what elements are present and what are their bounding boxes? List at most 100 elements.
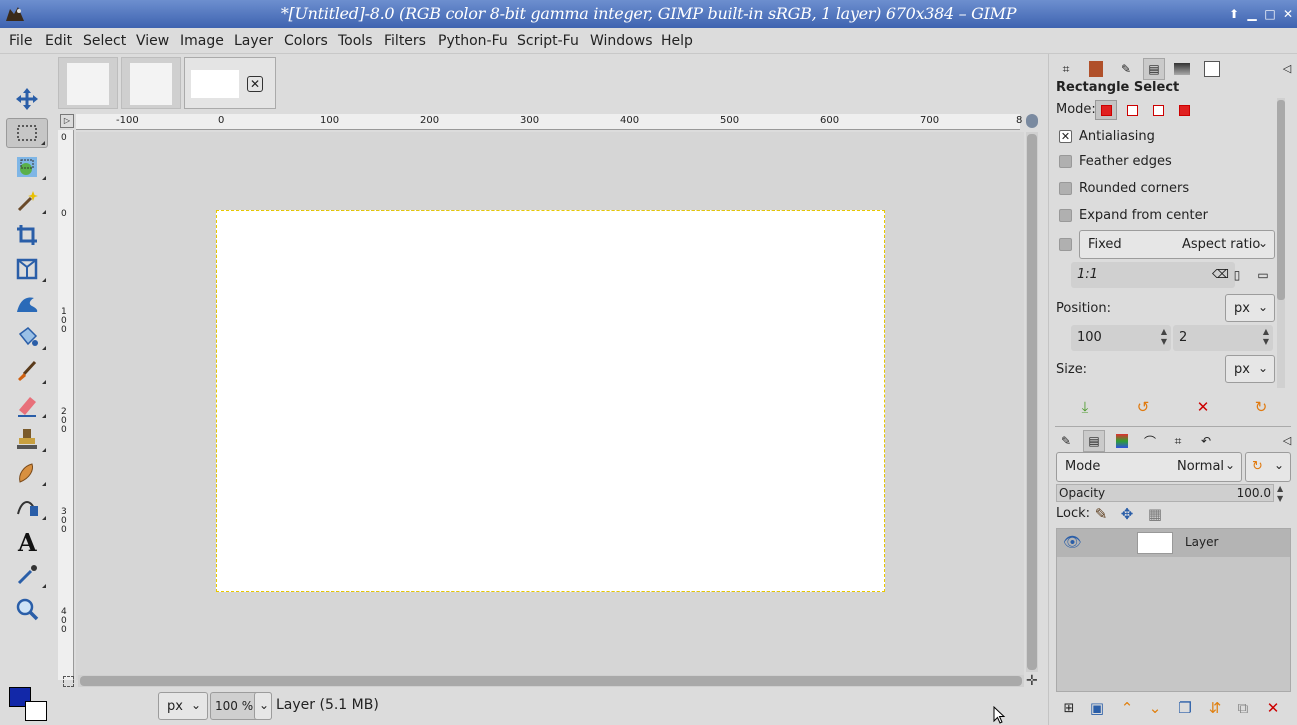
image-tab-current[interactable]: ✕ xyxy=(184,57,276,109)
fuzzy-select-tool-icon[interactable] xyxy=(6,186,48,216)
menu-select[interactable]: Select xyxy=(83,33,126,49)
menu-layer[interactable]: Layer xyxy=(234,33,273,49)
layer-row[interactable]: 👁 Layer xyxy=(1057,529,1290,557)
expand-from-center-checkbox[interactable] xyxy=(1059,209,1072,222)
raise-layer-icon[interactable]: ⌃ xyxy=(1117,698,1137,718)
foreground-select-tool-icon[interactable] xyxy=(6,152,48,182)
paths-tool-icon[interactable] xyxy=(6,492,48,522)
position-y-field[interactable]: 2 ▲ ▼ xyxy=(1173,325,1273,351)
smudge-tool-icon[interactable] xyxy=(6,458,48,488)
eraser-tool-icon[interactable] xyxy=(6,390,48,420)
horizontal-scrollbar[interactable] xyxy=(78,675,1024,687)
opacity-spin-icon[interactable]: ▲ ▼ xyxy=(1277,484,1293,504)
position-unit-select[interactable]: px ⌄ xyxy=(1225,294,1275,322)
crop-tool-icon[interactable] xyxy=(6,220,48,250)
save-options-icon[interactable]: ⤓ xyxy=(1075,397,1095,417)
layer-mode-reset-select[interactable]: ↻ ⌄ xyxy=(1245,452,1291,482)
warp-transform-tool-icon[interactable] xyxy=(6,288,48,318)
menu-windows[interactable]: Windows xyxy=(590,33,653,49)
dashboard-tab-icon[interactable]: ✎ xyxy=(1055,430,1077,452)
undo-history-tab-icon[interactable]: ↶ xyxy=(1195,430,1217,452)
lock-position-icon[interactable]: ✥ xyxy=(1117,504,1137,524)
menu-filters[interactable]: Filters xyxy=(384,33,426,49)
vertical-ruler[interactable]: 0 0 100 200 300 400 xyxy=(58,130,74,680)
brushes-tab-icon[interactable] xyxy=(1085,58,1107,80)
toggle-quick-mask-icon[interactable] xyxy=(63,676,74,687)
lock-alpha-icon[interactable]: ▦ xyxy=(1145,504,1165,524)
menu-python-fu[interactable]: Python-Fu xyxy=(438,33,508,49)
mode-add-button[interactable] xyxy=(1121,100,1143,120)
channels-tab-icon[interactable] xyxy=(1111,430,1133,452)
paths-tab-icon[interactable]: ⌒ xyxy=(1139,430,1161,452)
eye-icon[interactable]: 👁 xyxy=(1063,533,1082,551)
close-tab-icon[interactable]: ✕ xyxy=(247,76,263,92)
reset-options-icon[interactable]: ↻ xyxy=(1251,397,1271,417)
paint-dynamics-tab-icon[interactable]: ✎ xyxy=(1115,58,1137,80)
zoom-select[interactable]: ⌄ xyxy=(254,692,272,720)
dock-menu-icon[interactable]: ◁ xyxy=(1277,58,1297,78)
landscape-icon[interactable]: ▭ xyxy=(1253,265,1273,285)
opacity-slider[interactable]: Opacity 100.0 xyxy=(1056,484,1274,502)
menu-tools[interactable]: Tools xyxy=(338,33,373,49)
color-picker-tool-icon[interactable] xyxy=(6,560,48,590)
dock-menu-2-icon[interactable]: ◁ xyxy=(1277,430,1297,450)
window-close-icon[interactable]: ✕ xyxy=(1280,6,1296,22)
menu-file[interactable]: File xyxy=(9,33,32,49)
position-x-field[interactable]: 100 ▲ ▼ xyxy=(1071,325,1171,351)
window-up-icon[interactable]: ⬆ xyxy=(1226,6,1242,22)
menu-script-fu[interactable]: Script-Fu xyxy=(517,33,579,49)
portrait-icon[interactable]: ▯ xyxy=(1227,265,1247,285)
perspective-tool-icon[interactable] xyxy=(6,254,48,284)
patterns-tab-icon[interactable]: ▤ xyxy=(1143,58,1165,80)
zoom-tool-icon[interactable] xyxy=(6,594,48,624)
vertical-scrollbar[interactable] xyxy=(1026,132,1038,672)
paintbrush-tool-icon[interactable] xyxy=(6,356,48,386)
mode-subtract-button[interactable] xyxy=(1147,100,1169,120)
unit-select[interactable]: px ⌄ xyxy=(158,692,208,720)
fixed-mode-select[interactable]: Fixed Aspect ratio ⌄ xyxy=(1079,230,1275,259)
fonts-tab-icon[interactable] xyxy=(1201,58,1223,80)
delete-layer-icon[interactable]: ✕ xyxy=(1263,698,1283,718)
quick-mask-menu-icon[interactable]: ▷ xyxy=(60,114,74,128)
delete-options-icon[interactable]: ✕ xyxy=(1193,397,1213,417)
feather-edges-checkbox[interactable] xyxy=(1059,155,1072,168)
antialiasing-checkbox[interactable]: ✕ xyxy=(1059,130,1072,143)
gradients-tab-icon[interactable] xyxy=(1171,58,1193,80)
rectangle-select-tool-icon[interactable] xyxy=(6,118,48,148)
duplicate-layer-icon[interactable]: ❐ xyxy=(1175,698,1195,718)
navigate-icon[interactable] xyxy=(1026,114,1038,128)
tool-options-tab2-icon[interactable]: ⌗ xyxy=(1167,430,1189,452)
horizontal-ruler[interactable]: -100 0 100 200 300 400 500 600 700 8 xyxy=(76,114,1022,130)
window-maximize-icon[interactable]: □ xyxy=(1262,6,1278,22)
spin-arrows-icon[interactable]: ▲ ▼ xyxy=(1161,327,1167,347)
fixed-checkbox[interactable] xyxy=(1059,238,1072,251)
image-canvas[interactable] xyxy=(216,210,885,592)
lower-layer-icon[interactable]: ⌄ xyxy=(1145,698,1165,718)
background-color-swatch[interactable] xyxy=(25,701,47,721)
size-unit-select[interactable]: px ⌄ xyxy=(1225,355,1275,383)
restore-options-icon[interactable]: ↺ xyxy=(1133,397,1153,417)
move-tool-icon[interactable] xyxy=(6,84,48,114)
image-tab-2[interactable] xyxy=(121,57,181,109)
mode-intersect-button[interactable] xyxy=(1173,100,1195,120)
layers-tab-icon[interactable]: ▤ xyxy=(1083,430,1105,452)
image-tab-1[interactable] xyxy=(58,57,118,109)
lock-pixels-icon[interactable]: ✎ xyxy=(1091,504,1111,524)
layer-mode-select[interactable]: Mode Normal ⌄ xyxy=(1056,452,1242,482)
text-tool-icon[interactable]: A xyxy=(6,526,48,556)
anchor-layer-icon[interactable]: ⇵ xyxy=(1205,698,1225,718)
navigate-image-icon[interactable]: ✛ xyxy=(1026,674,1040,688)
new-layer-group-icon[interactable]: ▣ xyxy=(1087,698,1107,718)
window-minimize-icon[interactable]: ▁ xyxy=(1244,6,1260,22)
menu-view[interactable]: View xyxy=(136,33,169,49)
menu-colors[interactable]: Colors xyxy=(284,33,328,49)
canvas-viewport[interactable] xyxy=(76,132,1024,680)
spin-arrows-icon[interactable]: ▲ ▼ xyxy=(1263,327,1269,347)
aspect-ratio-field[interactable]: 1:1 ⌫ xyxy=(1071,262,1235,288)
new-layer-icon[interactable]: ⊞ xyxy=(1059,698,1079,718)
clone-tool-icon[interactable] xyxy=(6,424,48,454)
menu-edit[interactable]: Edit xyxy=(45,33,72,49)
merge-layer-icon[interactable]: ⧉ xyxy=(1233,698,1253,718)
rounded-corners-checkbox[interactable] xyxy=(1059,182,1072,195)
tool-options-tab-icon[interactable]: ⌗ xyxy=(1055,58,1077,80)
